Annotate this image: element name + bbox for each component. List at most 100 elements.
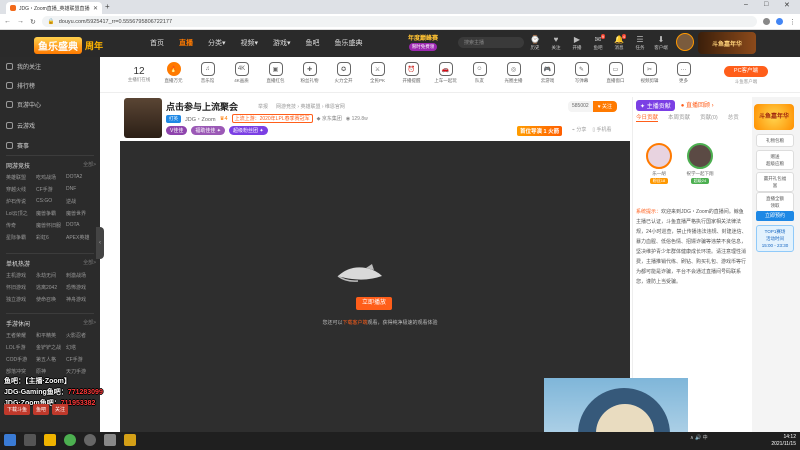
sidebar-game-link[interactable]: 逆战	[66, 198, 96, 205]
category-item[interactable]: ✂ 视频剪辑	[636, 62, 663, 84]
sidebar-item-esports[interactable]: 赛事	[6, 141, 29, 150]
sidebar-game-link[interactable]: 独立游戏	[6, 296, 36, 303]
nav-live[interactable]: 直播	[179, 38, 193, 48]
sidebar-game-link[interactable]: CS:GO	[36, 198, 66, 205]
sidebar-game-link[interactable]: LOL手游	[6, 344, 36, 351]
category-item[interactable]: ✪ 火力全开	[330, 62, 357, 84]
sidebar-game-link[interactable]: 魔兽怀旧服	[36, 222, 66, 229]
category-item[interactable]: 🚗 上车一起玩	[432, 62, 459, 84]
task-button[interactable]: ☰ 任务	[633, 35, 647, 53]
top-fan-2[interactable]: 祝学一起下翔 超级24	[683, 143, 717, 184]
yuba-bottom-button[interactable]: 鱼吧	[33, 404, 50, 415]
user-avatar[interactable]	[676, 33, 694, 51]
gift-card-2[interactable]: 赠送 超级应粮	[756, 150, 794, 170]
sidebar-game-link[interactable]: 炉石传说	[6, 198, 36, 205]
section-more-link[interactable]: 全部>	[83, 259, 96, 268]
nav-video[interactable]: 视频▾	[241, 38, 259, 48]
sidebar-game-link[interactable]: 和平精英	[36, 332, 66, 339]
gift-card-4[interactable]: 直播全额 领取	[756, 192, 794, 212]
category-item[interactable]: ▭ 直播窗口	[602, 62, 629, 84]
streamer-avatar[interactable]	[124, 98, 162, 138]
sidebar-item-ranking[interactable]: 排行榜	[6, 81, 35, 90]
sidebar-game-link[interactable]: 彩虹6	[36, 234, 66, 241]
minimize-window-button[interactable]: –	[744, 1, 748, 8]
sidebar-game-link[interactable]: 吃鸡战场	[36, 174, 66, 181]
sidebar-game-link[interactable]: 永劫无间	[36, 272, 66, 279]
close-window-button[interactable]: ✕	[784, 1, 790, 9]
sidebar-game-link[interactable]: 部落冲突	[6, 368, 36, 375]
vip-tag[interactable]: V佳佳	[166, 126, 188, 135]
download-client-link[interactable]: 下载客户端	[342, 320, 367, 326]
sidebar-game-link[interactable]: 神舟游戏	[66, 296, 96, 303]
sidebar-game-link[interactable]: 穿越火线	[6, 186, 36, 193]
category-item[interactable]: ✚ 粉丝礼物	[296, 62, 323, 84]
sidebar-game-link[interactable]: 怀旧游戏	[6, 284, 36, 291]
sidebar-game-link[interactable]: 英雄联盟	[6, 174, 36, 181]
sidebar-game-link[interactable]: 魔兽争霸	[36, 210, 66, 217]
top-fan-1[interactable]: 乐一胡 粉丝18	[642, 143, 676, 184]
history-button[interactable]: ⌚ 历史	[528, 35, 542, 53]
nav-home[interactable]: 首页	[150, 38, 164, 48]
sidebar-game-link[interactable]: 天刀手游	[66, 368, 96, 375]
sidebar-game-link[interactable]: 魔兽世界	[66, 210, 96, 217]
sidebar-item-webgame[interactable]: 页游中心	[6, 100, 41, 109]
close-tab-icon[interactable]: ✕	[93, 5, 98, 12]
tab-week[interactable]: 本周贡献	[668, 113, 690, 122]
follow-list-button[interactable]: ♥ 关注	[549, 35, 563, 53]
sidebar-game-link[interactable]: CF手游	[36, 186, 66, 193]
site-logo[interactable]: 鱼乐盛典 周年	[34, 35, 139, 55]
category-item[interactable]: … 更多	[670, 62, 697, 84]
sidebar-game-link[interactable]: 使命召唤	[36, 296, 66, 303]
tab-total[interactable]: 总贡	[728, 113, 739, 122]
phone-watch-button[interactable]: ▯ 手机看	[592, 126, 611, 133]
follow-button[interactable]: ♥ 关注	[592, 101, 618, 112]
category-item[interactable]: 4K 4K画质	[228, 62, 255, 84]
taskbar-clock[interactable]: 14:12 2021/11/15	[756, 434, 796, 448]
reload-icon[interactable]: ↻	[30, 18, 36, 26]
sidebar-game-link[interactable]: 王者荣耀	[6, 332, 36, 339]
contribution-tab[interactable]: ✦ 主播贡献	[636, 100, 675, 111]
streamer-honor-badge[interactable]: 上流上游：2020年LPL春季赛冠军	[231, 114, 313, 123]
sidebar-game-link[interactable]: Lol云顶之	[6, 210, 36, 217]
category-item[interactable]: 🎮 云游戏	[534, 62, 561, 84]
rank-badge[interactable]: 首位导演 1 火箭	[517, 126, 563, 136]
sidebar-item-cloudgame[interactable]: 云游戏	[6, 121, 35, 130]
share-button[interactable]: ⌁ 分享	[572, 126, 586, 133]
category-item[interactable]: ▣ 直播红包	[262, 62, 289, 84]
event-badge[interactable]: 斗鱼嘉年华	[754, 104, 794, 130]
category-breadcrumb[interactable]: 网游竞技 › 英雄联盟 › 维恩官网	[276, 103, 345, 110]
tab-today[interactable]: 今日贡献	[636, 113, 659, 122]
fan-club-tag[interactable]: 超级粉丝团 ✦	[228, 126, 268, 135]
search-input[interactable]: 搜索主播	[458, 37, 524, 48]
header-promo-banner[interactable]: 年度巅峰赛 限时免费领	[398, 33, 448, 53]
header-ad-banner[interactable]: 斗鱼嘉年华	[698, 32, 756, 54]
nav-category[interactable]: 分类▾	[208, 38, 226, 48]
gift-card-1[interactable]: 礼物包粮	[756, 134, 794, 147]
new-tab-button[interactable]: +	[105, 2, 110, 11]
sidebar-game-link[interactable]: DOTA	[66, 222, 96, 229]
category-item[interactable]: ☺ 队友	[466, 62, 493, 84]
category-item[interactable]: ◎ 光圈主播	[500, 62, 527, 84]
back-icon[interactable]: ←	[4, 18, 11, 25]
sidebar-game-link[interactable]: 第五人格	[36, 356, 66, 363]
chrome-icon[interactable]	[64, 434, 76, 446]
fan-tag[interactable]: 福助佳佳 ✦	[191, 126, 225, 135]
sidebar-game-link[interactable]: 刺激战场	[66, 272, 96, 279]
menu-dots-icon[interactable]: ⋮	[789, 18, 796, 26]
gift-card-3[interactable]: 赢开礼包福 富	[756, 172, 794, 192]
file-explorer-icon[interactable]	[44, 434, 56, 446]
nav-yuba[interactable]: 鱼吧	[306, 38, 320, 48]
maximize-window-button[interactable]: □	[764, 1, 768, 8]
sidebar-game-link[interactable]: APEX英雄	[66, 234, 96, 241]
client-download-button[interactable]: ⬇ 客户端	[654, 35, 668, 53]
start-menu-icon[interactable]	[4, 434, 16, 446]
task-view-icon[interactable]	[24, 434, 36, 446]
start-stream-button[interactable]: ▶ 开播	[570, 35, 584, 53]
sidebar-game-link[interactable]: 幻塔	[66, 344, 96, 351]
sidebar-game-link[interactable]: 恐怖游戏	[66, 284, 96, 291]
nav-game[interactable]: 游戏▾	[273, 38, 291, 48]
sidebar-game-link[interactable]: 传奇	[6, 222, 36, 229]
browser-tab[interactable]: JDG・Zoom直播_英雄联盟直播 · ✕	[6, 2, 102, 14]
message-button[interactable]: 🔔 消息 4	[612, 34, 626, 53]
category-item[interactable]: ⏰ 开播提醒	[398, 62, 425, 84]
